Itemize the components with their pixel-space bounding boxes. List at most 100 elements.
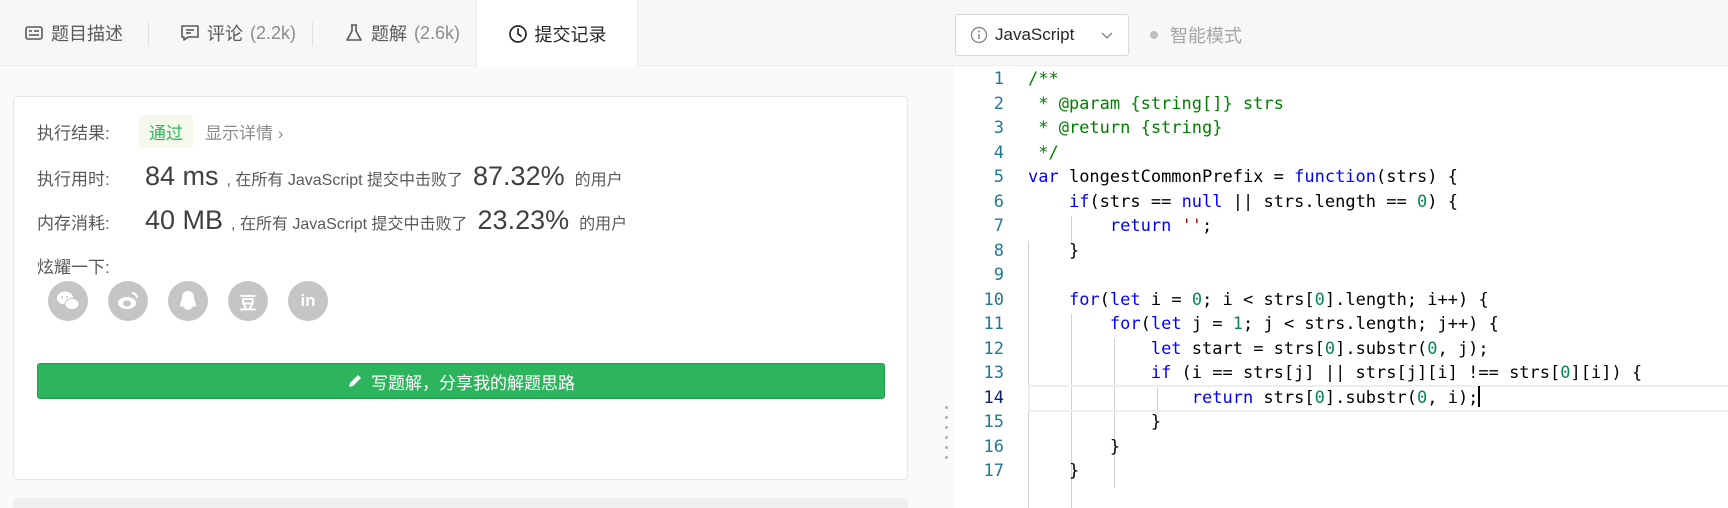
tab-label: 提交记录 xyxy=(534,24,607,45)
pencil-icon xyxy=(349,375,361,387)
code-text: var longestCommonPrefix = function(strs)… xyxy=(1028,167,1458,187)
text-cursor xyxy=(1478,385,1481,407)
code-line: 13 if (i == strs[j] || strs[j][i] !== st… xyxy=(954,360,1728,387)
memory-text: , 在所有 JavaScript 提交中击败了 xyxy=(231,216,468,233)
submission-result-card: 执行结果: 通过 显示详情 › 执行用时: 84 ms , 在所有 JavaSc… xyxy=(13,96,908,480)
share-weibo-button[interactable] xyxy=(108,281,148,321)
code-line: 17 } xyxy=(954,458,1728,485)
chevron-right-icon: › xyxy=(277,124,284,143)
code-line: 16 } xyxy=(954,434,1728,461)
tab-comments[interactable]: 评论 (2.2k) xyxy=(180,0,296,66)
tab-count: (2.6k) xyxy=(414,22,461,43)
description-icon xyxy=(25,26,43,40)
panel-splitter-handle[interactable] xyxy=(940,66,954,508)
code-text: /** xyxy=(1028,69,1059,89)
smart-mode-label: 智能模式 xyxy=(1170,26,1242,46)
weibo-icon xyxy=(118,292,138,309)
tab-label: 评论 xyxy=(207,24,243,44)
line-number: 14 xyxy=(983,387,1004,408)
code-line: 1 /** xyxy=(954,66,1728,93)
code-line: 9 xyxy=(954,262,1728,289)
code-editor[interactable]: 1 /** 2 * @param {string[]} strs 3 * @ret… xyxy=(954,66,1728,508)
tab-label: 题目描述 xyxy=(51,24,123,44)
code-text: for(let i = 0; i < strs[0].length; i++) … xyxy=(1068,289,1489,310)
tab-solutions[interactable]: 题解 (2.6k) xyxy=(344,0,460,66)
smart-mode-indicator xyxy=(1150,31,1158,39)
qq-icon xyxy=(180,291,196,310)
line-number: 12 xyxy=(983,338,1004,359)
code-text: if (i == strs[j] || strs[j][i] !== strs[… xyxy=(1150,363,1643,383)
grip-dot xyxy=(945,426,948,429)
line-number: 10 xyxy=(983,289,1004,310)
code-line: 5 var longestCommonPrefix = function(strs… xyxy=(954,164,1728,191)
result-row: 执行结果: 通过 显示详情 › xyxy=(37,115,283,148)
language-select[interactable]: JavaScript xyxy=(955,14,1129,56)
grip-dot xyxy=(945,436,948,439)
code-line: 12 let start = strs[0].substr(0, j); xyxy=(954,336,1728,363)
share-douban-button[interactable]: 豆 xyxy=(228,281,268,321)
code-text: for(let j = 1; j < strs.length; j++) { xyxy=(1109,314,1499,334)
line-number: 8 xyxy=(993,240,1004,261)
share-wechat-button[interactable] xyxy=(48,281,88,321)
code-text: */ xyxy=(1028,142,1059,163)
grip-dot xyxy=(945,456,948,459)
editor-toolbar: JavaScript 智能模式 xyxy=(940,0,1728,66)
code-text: * @return {string} xyxy=(1028,118,1223,138)
comment-icon xyxy=(181,25,199,41)
share-buttons: 豆 in xyxy=(48,281,328,321)
users-suffix: 的用户 xyxy=(579,216,628,233)
linkedin-icon: in xyxy=(300,291,316,310)
clock-icon xyxy=(508,24,527,43)
code-line: 8 } xyxy=(954,238,1728,265)
code-text: return ''; xyxy=(1109,216,1213,236)
share-label: 炫耀一下: xyxy=(37,258,110,277)
code-text: } xyxy=(1028,436,1121,457)
code-text: let start = strs[0].substr(0, j); xyxy=(1150,338,1489,359)
memory-label: 内存消耗: xyxy=(37,214,110,233)
users-suffix: 的用户 xyxy=(574,172,623,189)
code-text: if(strs == null || strs.length == 0) { xyxy=(1068,191,1458,212)
grip-dot xyxy=(945,446,948,449)
grip-dot xyxy=(945,416,948,419)
memory-row: 内存消耗: 40 MB , 在所有 JavaScript 提交中击败了 23.2… xyxy=(37,205,627,236)
code-text: } xyxy=(1028,412,1162,432)
details-text: 显示详情 xyxy=(205,124,273,143)
line-number: 3 xyxy=(993,118,1004,138)
code-line: 7 return ''; xyxy=(954,213,1728,240)
info-icon xyxy=(970,26,988,44)
show-details-link[interactable]: 显示详情 › xyxy=(205,119,283,144)
memory-value: 40 MB xyxy=(145,205,224,235)
code-line-current: 14 return strs[0].substr(0, i); xyxy=(954,384,1728,412)
code-line: 11 for(let j = 1; j < strs.length; j++) … xyxy=(954,311,1728,338)
share-row: 炫耀一下: xyxy=(37,253,110,278)
tab-label: 题解 xyxy=(371,24,407,44)
code-text: } xyxy=(1028,461,1080,481)
memory-percent: 23.23% xyxy=(477,205,570,235)
runtime-value: 84 ms xyxy=(145,161,219,191)
left-panel: 题目描述 评论 (2.2k) 题解 (2.6k) 提交记录 执行结果: 通过 显… xyxy=(0,0,940,508)
result-label: 执行结果: xyxy=(37,124,110,143)
status-badge: 通过 xyxy=(139,115,193,148)
code-text: return strs[0].substr(0, i); xyxy=(1191,385,1481,408)
runtime-label: 执行用时: xyxy=(37,170,110,189)
share-qq-button[interactable] xyxy=(168,281,208,321)
tab-submissions[interactable]: 提交记录 xyxy=(476,0,638,67)
tab-description[interactable]: 题目描述 xyxy=(24,0,123,66)
line-number: 4 xyxy=(993,142,1004,163)
line-number: 5 xyxy=(993,167,1004,187)
code-line: 2 * @param {string[]} strs xyxy=(954,91,1728,118)
next-card-edge xyxy=(13,498,908,508)
share-linkedin-button[interactable]: in xyxy=(288,281,328,321)
wechat-icon xyxy=(57,291,80,310)
line-number: 13 xyxy=(983,363,1004,383)
write-solution-button[interactable]: 写题解，分享我的解题思路 xyxy=(37,363,885,399)
code-line: 6 if(strs == null || strs.length == 0) { xyxy=(954,189,1728,216)
flask-icon xyxy=(346,24,362,41)
runtime-text: , 在所有 JavaScript 提交中击败了 xyxy=(226,172,464,189)
tab-divider xyxy=(148,22,149,46)
douban-icon: 豆 xyxy=(239,293,257,313)
smart-mode-toggle[interactable]: 智能模式 xyxy=(1150,22,1242,48)
tab-bar: 题目描述 评论 (2.2k) 题解 (2.6k) 提交记录 xyxy=(0,0,940,67)
chevron-down-icon xyxy=(1101,32,1113,40)
